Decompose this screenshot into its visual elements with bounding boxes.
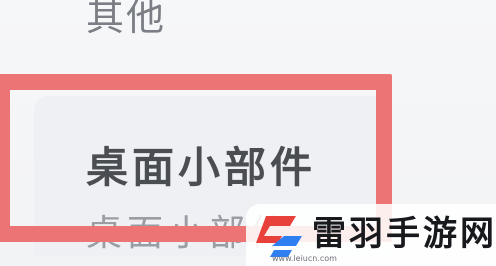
watermark-site-name: 雷羽手游网 (312, 214, 496, 254)
screenshot-stage: 其他 桌面小部件 桌面小部件 雷羽手游网 www.leiucn.com (0, 0, 496, 266)
watermark-site-url: www.leiucn.com (272, 254, 337, 263)
watermark: 雷羽手游网 www.leiucn.com (246, 204, 496, 266)
leiyu-logo-icon (256, 216, 302, 257)
previous-setting-item-label[interactable]: 其他 (86, 0, 166, 41)
